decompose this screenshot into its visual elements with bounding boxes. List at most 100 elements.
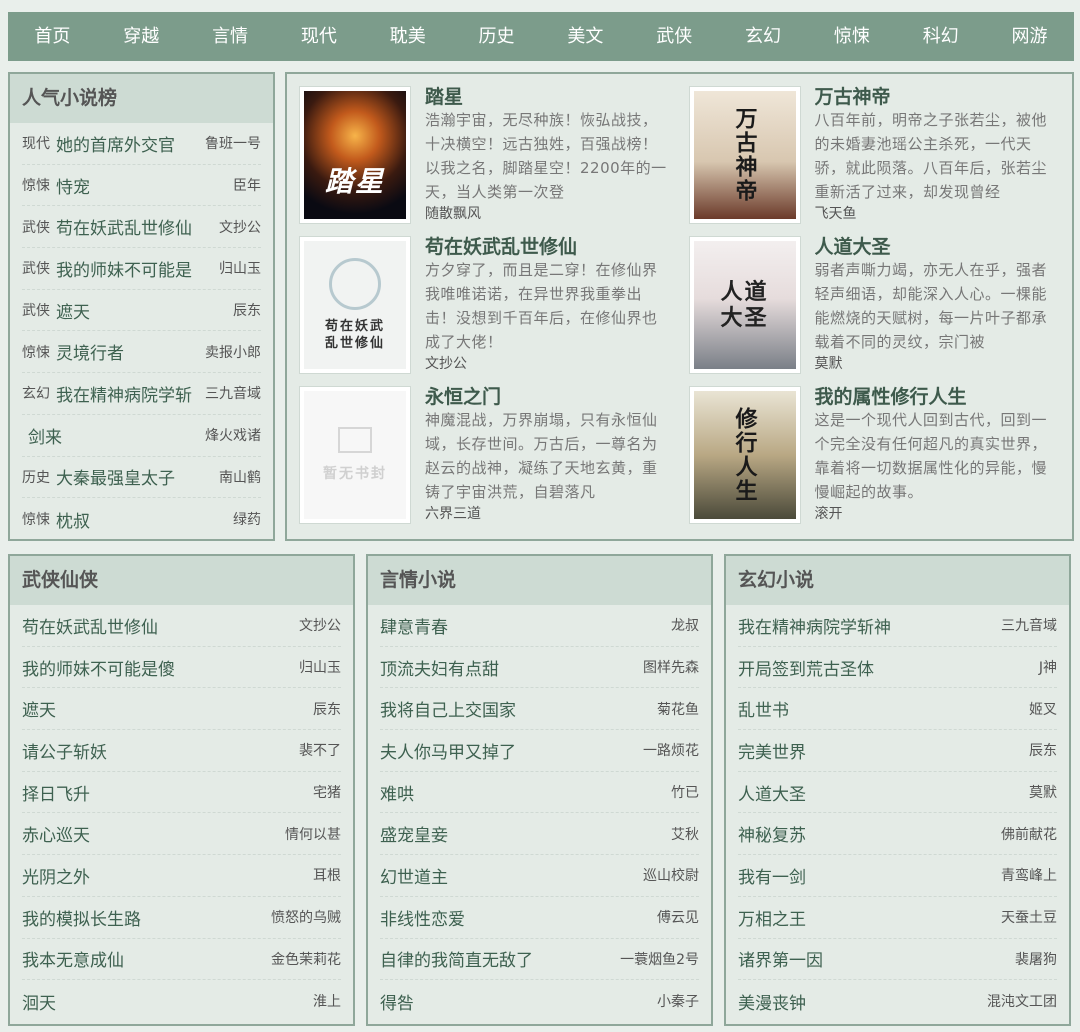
list-item[interactable]: 神秘复苏 佛前献花 (738, 813, 1057, 856)
book-cover[interactable]: 修行人生 (688, 386, 801, 524)
list-item[interactable]: 夫人你马甲又掉了 一路烦花 (380, 730, 699, 772)
book-cover[interactable]: 苟在妖武乱世修仙 (299, 236, 411, 374)
book-title-link[interactable]: 苟在妖武乱世修仙 (22, 613, 158, 638)
list-item[interactable]: 美漫丧钟 混沌文工团 (738, 980, 1057, 1022)
list-item[interactable]: 自律的我简直无敌了 一蓑烟鱼2号 (380, 939, 699, 981)
list-item[interactable]: 光阴之外 耳根 (22, 855, 341, 897)
book-cover[interactable]: 踏星 (299, 86, 411, 224)
book-title-link[interactable]: 踏星 (425, 86, 671, 108)
book-title-link[interactable]: 遮天 (56, 298, 231, 323)
book-title-link[interactable]: 洄天 (22, 989, 56, 1014)
nav-wuxia[interactable]: 武侠 (630, 12, 719, 61)
book-title-link[interactable]: 我的师妹不可能是 (56, 256, 217, 281)
list-item[interactable]: 择日飞升 宅猪 (22, 772, 341, 814)
list-item[interactable]: 顶流夫妇有点甜 图样先森 (380, 647, 699, 689)
list-item[interactable]: 幻世道主 巡山校尉 (380, 855, 699, 897)
nav-chuanyue[interactable]: 穿越 (97, 12, 186, 61)
book-title-link[interactable]: 顶流夫妇有点甜 (380, 655, 499, 680)
list-item[interactable]: 历史 大秦最强皇太子 南山鹤 (22, 457, 261, 499)
book-title-link[interactable]: 诸界第一因 (738, 946, 823, 971)
list-item[interactable]: 苟在妖武乱世修仙 文抄公 (22, 605, 341, 647)
book-title-link[interactable]: 乱世书 (738, 696, 789, 721)
book-title-link[interactable]: 难哄 (380, 780, 414, 805)
book-title-link[interactable]: 择日飞升 (22, 780, 90, 805)
book-title-link[interactable]: 光阴之外 (22, 863, 90, 888)
list-item[interactable]: 我的模拟长生路 愤怒的乌贼 (22, 897, 341, 939)
book-title-link[interactable]: 人道大圣 (815, 236, 1061, 258)
list-item[interactable]: 赤心巡天 情何以甚 (22, 813, 341, 856)
book-title-link[interactable]: 请公子斩妖 (22, 738, 107, 763)
book-title-link[interactable]: 赤心巡天 (22, 821, 90, 846)
nav-danmei[interactable]: 耽美 (363, 12, 452, 61)
book-title-link[interactable]: 幻世道主 (380, 863, 448, 888)
book-title-link[interactable]: 夫人你马甲又掉了 (380, 738, 516, 763)
list-item[interactable]: 武侠 我的师妹不可能是 归山玉 (22, 248, 261, 290)
book-title-link[interactable]: 我的模拟长生路 (22, 905, 141, 930)
nav-wangyou[interactable]: 网游 (985, 12, 1074, 61)
book-title-link[interactable]: 美漫丧钟 (738, 989, 806, 1014)
book-title-link[interactable]: 遮天 (22, 696, 56, 721)
nav-jingsong[interactable]: 惊悚 (807, 12, 896, 61)
list-item[interactable]: 人道大圣 莫默 (738, 772, 1057, 814)
book-title-link[interactable]: 得咎 (380, 989, 414, 1014)
list-item[interactable]: 我将自己上交国家 菊花鱼 (380, 688, 699, 731)
list-item[interactable]: 洄天 淮上 (22, 980, 341, 1022)
book-title-link[interactable]: 我在精神病院学斩 (56, 381, 203, 406)
list-item[interactable]: 剑来 烽火戏诸 (22, 415, 261, 457)
book-title-link[interactable]: 肆意青春 (380, 613, 448, 638)
book-title-link[interactable]: 我本无意成仙 (22, 946, 124, 971)
book-cover[interactable]: 万古神帝 (688, 86, 801, 224)
list-item[interactable]: 开局签到荒古圣体 J神 (738, 647, 1057, 689)
list-item[interactable]: 乱世书 姬叉 (738, 688, 1057, 731)
list-item[interactable]: 武侠 遮天 辰东 (22, 290, 261, 332)
book-title-link[interactable]: 万古神帝 (815, 86, 1061, 108)
book-title-link[interactable]: 完美世界 (738, 738, 806, 763)
list-item[interactable]: 请公子斩妖 裴不了 (22, 730, 341, 772)
book-title-link[interactable]: 苟在妖武乱世修仙 (425, 236, 671, 258)
book-title-link[interactable]: 自律的我简直无敌了 (380, 946, 533, 971)
list-item[interactable]: 我在精神病院学斩神 三九音域 (738, 605, 1057, 647)
nav-meiwen[interactable]: 美文 (541, 12, 630, 61)
book-title-link[interactable]: 她的首席外交官 (56, 131, 203, 156)
list-item[interactable]: 武侠 苟在妖武乱世修仙 文抄公 (22, 206, 261, 249)
list-item[interactable]: 惊悚 灵境行者 卖报小郎 (22, 331, 261, 374)
book-title-link[interactable]: 我的师妹不可能是傻 (22, 655, 175, 680)
nav-lishi[interactable]: 历史 (452, 12, 541, 61)
list-item[interactable]: 玄幻 我在精神病院学斩 三九音域 (22, 373, 261, 415)
list-item[interactable]: 我的师妹不可能是傻 归山玉 (22, 647, 341, 689)
list-item[interactable]: 肆意青春 龙叔 (380, 605, 699, 647)
book-title-link[interactable]: 非线性恋爱 (380, 905, 465, 930)
book-title-link[interactable]: 我在精神病院学斩神 (738, 613, 891, 638)
list-item[interactable]: 诸界第一因 裴屠狗 (738, 939, 1057, 981)
book-title-link[interactable]: 开局签到荒古圣体 (738, 655, 874, 680)
list-item[interactable]: 遮天 辰东 (22, 688, 341, 731)
book-title-link[interactable]: 神秘复苏 (738, 821, 806, 846)
list-item[interactable]: 我有一剑 青鸾峰上 (738, 855, 1057, 897)
nav-home[interactable]: 首页 (8, 12, 97, 61)
list-item[interactable]: 得咎 小秦子 (380, 980, 699, 1022)
nav-xiandai[interactable]: 现代 (274, 12, 363, 61)
book-title-link[interactable]: 人道大圣 (738, 780, 806, 805)
book-title-link[interactable]: 恃宠 (56, 173, 231, 198)
book-title-link[interactable]: 我将自己上交国家 (380, 696, 516, 721)
list-item[interactable]: 我本无意成仙 金色茉莉花 (22, 939, 341, 981)
list-item[interactable]: 难哄 竹已 (380, 772, 699, 814)
book-title-link[interactable]: 大秦最强皇太子 (56, 464, 217, 489)
list-item[interactable]: 万相之王 天蚕土豆 (738, 897, 1057, 939)
list-item[interactable]: 盛宠皇妾 艾秋 (380, 813, 699, 856)
book-title-link[interactable]: 我有一剑 (738, 863, 806, 888)
list-item[interactable]: 惊悚 枕叔 绿药 (22, 498, 261, 540)
nav-xuanhuan[interactable]: 玄幻 (719, 12, 808, 61)
list-item[interactable]: 完美世界 辰东 (738, 730, 1057, 772)
book-title-link[interactable]: 灵境行者 (56, 339, 203, 364)
nav-kehuan[interactable]: 科幻 (896, 12, 985, 61)
book-cover[interactable]: 人道大圣 (688, 236, 801, 374)
book-title-link[interactable]: 枕叔 (56, 507, 231, 532)
list-item[interactable]: 惊悚 恃宠 臣年 (22, 165, 261, 207)
list-item[interactable]: 现代 她的首席外交官 鲁班一号 (22, 123, 261, 165)
book-title-link[interactable]: 盛宠皇妾 (380, 821, 448, 846)
list-item[interactable]: 非线性恋爱 傅云见 (380, 897, 699, 939)
book-title-link[interactable]: 剑来 (28, 423, 203, 448)
book-title-link[interactable]: 永恒之门 (425, 386, 671, 408)
book-title-link[interactable]: 万相之王 (738, 905, 806, 930)
